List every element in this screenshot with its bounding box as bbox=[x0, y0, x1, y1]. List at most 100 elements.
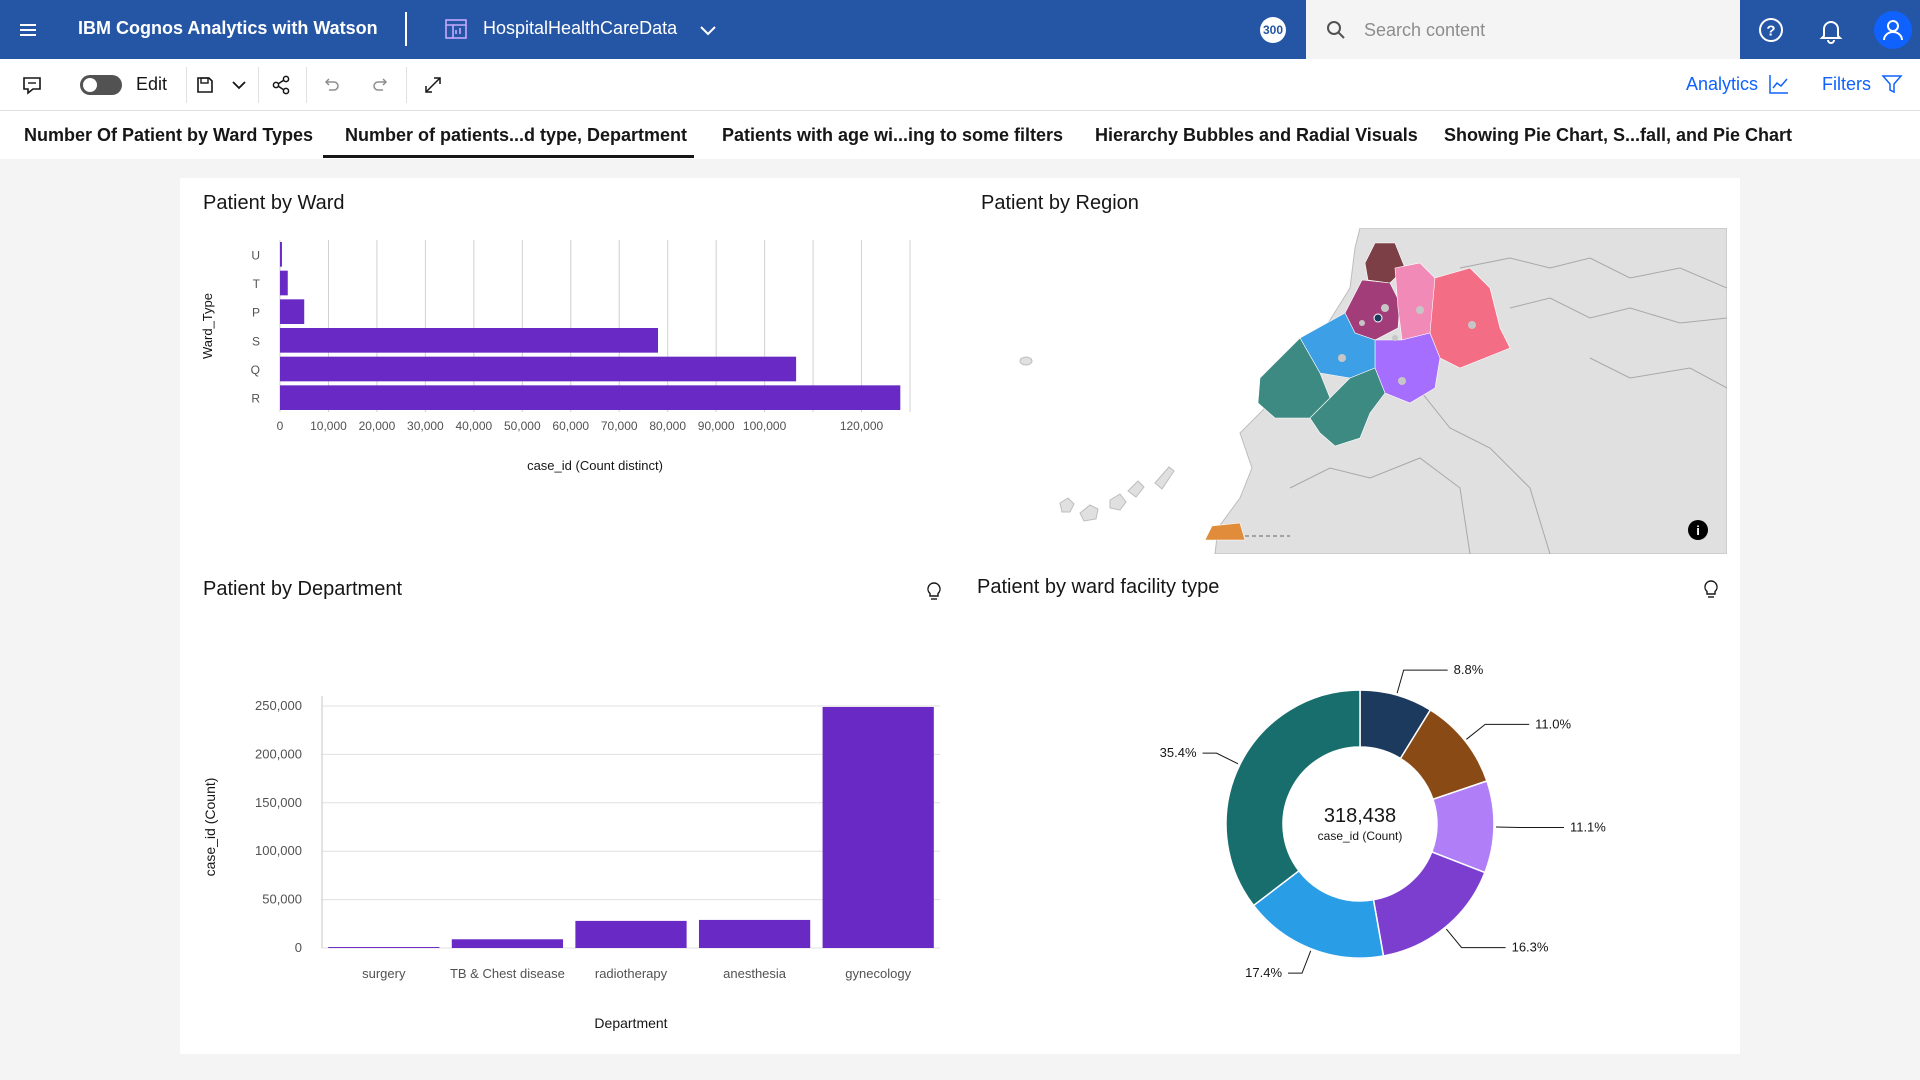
slice-label: 11.0% bbox=[1535, 716, 1571, 731]
donut-center-value: 318,438 bbox=[1324, 805, 1396, 827]
expand-icon bbox=[425, 77, 441, 93]
tab-ward-department[interactable]: Number of patients...d type, Department bbox=[345, 125, 687, 146]
x-tick-label: 0 bbox=[277, 419, 284, 433]
toolbar-divider bbox=[306, 67, 307, 103]
map-marker[interactable] bbox=[1373, 313, 1383, 323]
y-tick-label: 0 bbox=[295, 940, 302, 955]
bar[interactable] bbox=[575, 920, 687, 948]
undo-button[interactable] bbox=[314, 59, 348, 111]
leader-line bbox=[1288, 950, 1312, 974]
tab-pie-charts[interactable]: Showing Pie Chart, S...fall, and Pie Cha… bbox=[1444, 125, 1792, 146]
toolbar-divider bbox=[406, 67, 407, 103]
x-tick-label: 100,000 bbox=[743, 419, 787, 433]
fullscreen-button[interactable] bbox=[416, 59, 450, 111]
island bbox=[1019, 356, 1033, 366]
facility-widget-title: Patient by ward facility type bbox=[977, 576, 1220, 598]
save-button[interactable] bbox=[190, 59, 220, 111]
help-icon[interactable]: ? bbox=[1756, 15, 1786, 45]
tab-ward-types[interactable]: Number Of Patient by Ward Types bbox=[24, 125, 313, 146]
dashboard-icon bbox=[445, 19, 467, 39]
active-tab-indicator bbox=[323, 155, 694, 158]
notification-bell-icon[interactable] bbox=[1816, 15, 1846, 45]
user-icon bbox=[1883, 20, 1903, 41]
report-name[interactable]: HospitalHealthCareData bbox=[483, 18, 677, 39]
bar[interactable] bbox=[280, 242, 282, 267]
dashboard-toolbar: Edit Analytics Filters bbox=[0, 59, 1920, 111]
x-tick-label: gynecology bbox=[845, 966, 911, 981]
y-tick-label: S bbox=[252, 334, 260, 348]
slice-label: 8.8% bbox=[1454, 662, 1484, 677]
department-bar-chart[interactable]: 0 50,000 100,000 150,000 200,000 250,000 surge… bbox=[180, 618, 960, 1038]
map-marker[interactable] bbox=[1359, 320, 1365, 326]
search-input[interactable] bbox=[1364, 12, 1714, 48]
dashboard-tabs: Number Of Patient by Ward Types Number o… bbox=[0, 111, 1920, 159]
tab-age-filters[interactable]: Patients with age wi...ing to some filte… bbox=[722, 125, 1063, 146]
map-marker[interactable] bbox=[1398, 377, 1406, 385]
x-tick-label: 120,000 bbox=[840, 419, 884, 433]
bar[interactable] bbox=[280, 270, 288, 296]
y-tick-label: R bbox=[251, 392, 260, 406]
region-widget-title: Patient by Region bbox=[981, 192, 1139, 214]
x-tick-label: 40,000 bbox=[455, 419, 492, 433]
bar[interactable] bbox=[698, 919, 811, 948]
tab-hierarchy-bubbles[interactable]: Hierarchy Bubbles and Radial Visuals bbox=[1095, 125, 1418, 146]
x-tick-label: 80,000 bbox=[649, 419, 686, 433]
department-widget-title: Patient by Department bbox=[203, 578, 402, 600]
edit-toggle[interactable] bbox=[80, 75, 122, 95]
bar[interactable] bbox=[280, 385, 901, 410]
analytics-button[interactable]: Analytics bbox=[1686, 73, 1790, 95]
y-tick-label: T bbox=[253, 277, 261, 291]
share-icon bbox=[272, 75, 290, 95]
donut-slice[interactable] bbox=[1225, 689, 1361, 907]
bar[interactable] bbox=[451, 939, 564, 948]
map-marker[interactable] bbox=[1381, 304, 1389, 312]
filters-label: Filters bbox=[1822, 73, 1871, 94]
y-tick-label: Q bbox=[251, 363, 260, 377]
bar[interactable] bbox=[280, 299, 305, 324]
lightbulb-icon[interactable] bbox=[924, 580, 944, 604]
redo-button[interactable] bbox=[364, 59, 398, 111]
ward-bar-chart[interactable]: U T PS Q R 0 10,000 20,000 30,000 40,000 50,000 60,… bbox=[180, 228, 940, 528]
donut-center-label: case_id (Count) bbox=[1318, 829, 1403, 843]
filters-button[interactable]: Filters bbox=[1822, 73, 1903, 95]
y-tick-label: U bbox=[251, 248, 260, 262]
y-axis-label: case_id (Count) bbox=[202, 778, 218, 877]
x-axis-label: Department bbox=[594, 1015, 667, 1031]
bar[interactable] bbox=[280, 356, 797, 382]
hamburger-menu-icon[interactable] bbox=[16, 18, 40, 42]
chevron-down-icon[interactable] bbox=[698, 20, 718, 40]
bar[interactable] bbox=[280, 328, 658, 353]
lightbulb-icon[interactable] bbox=[1701, 578, 1721, 602]
notification-count-badge[interactable]: 300 bbox=[1260, 17, 1286, 43]
comment-icon bbox=[23, 77, 41, 95]
toolbar-divider bbox=[258, 67, 259, 103]
x-tick-label: 20,000 bbox=[359, 419, 396, 433]
x-tick-label: surgery bbox=[362, 966, 406, 981]
y-tick-label: 100,000 bbox=[255, 843, 302, 858]
map-marker[interactable] bbox=[1392, 335, 1398, 341]
map-marker[interactable] bbox=[1468, 321, 1476, 329]
share-button[interactable] bbox=[264, 59, 298, 111]
map-marker[interactable] bbox=[1338, 354, 1346, 362]
x-tick-label: 60,000 bbox=[552, 419, 589, 433]
donut-slice[interactable] bbox=[1372, 850, 1486, 957]
bar[interactable] bbox=[328, 947, 440, 948]
x-tick-label: radiotherapy bbox=[595, 966, 668, 981]
slice-label: 35.4% bbox=[1160, 745, 1197, 760]
header-divider bbox=[405, 12, 407, 46]
toolbar-divider bbox=[186, 67, 187, 103]
region-map[interactable]: i bbox=[990, 228, 1727, 554]
facility-donut-chart[interactable]: 8.8% 11.0% 11.1% 16.3% 17.4% 35.4% 318,438 case… bbox=[1110, 618, 1650, 1038]
save-options-button[interactable] bbox=[222, 59, 256, 111]
info-icon-glyph: i bbox=[1696, 523, 1700, 538]
bar[interactable] bbox=[822, 706, 934, 948]
analytics-label: Analytics bbox=[1686, 73, 1759, 94]
y-tick-label: 50,000 bbox=[262, 892, 302, 907]
x-tick-label: 30,000 bbox=[407, 419, 444, 433]
map-marker[interactable] bbox=[1416, 306, 1424, 314]
user-avatar[interactable] bbox=[1874, 11, 1912, 49]
x-tick-label: 90,000 bbox=[698, 419, 735, 433]
comment-button[interactable] bbox=[14, 59, 50, 111]
y-tick-label: P bbox=[252, 306, 260, 320]
search-box[interactable] bbox=[1306, 0, 1740, 59]
